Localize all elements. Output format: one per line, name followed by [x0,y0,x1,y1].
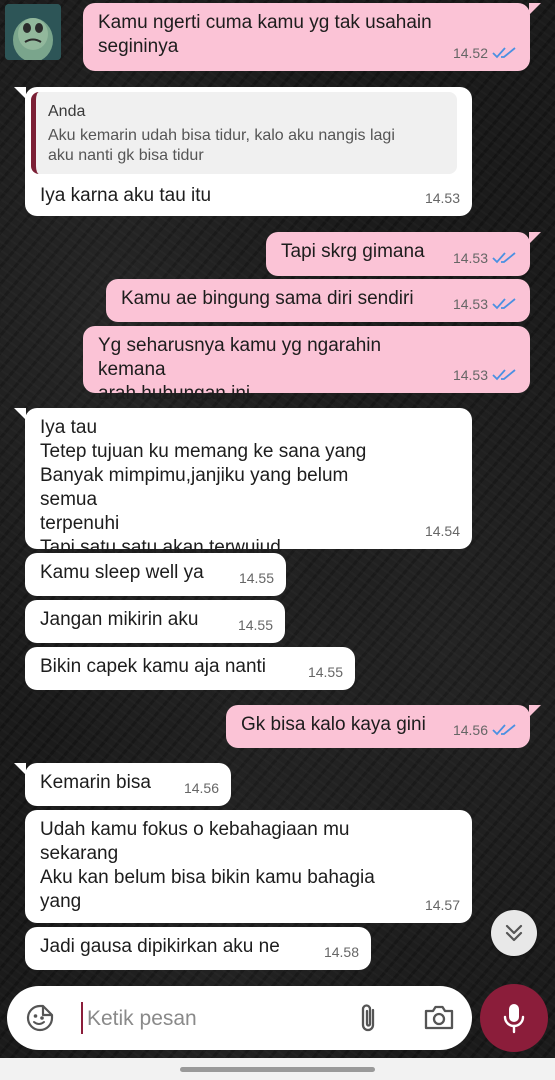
message-input[interactable] [85,1000,339,1038]
message-composer [7,986,472,1050]
quoted-message[interactable]: Anda Aku kemarin udah bisa tidur, kalo a… [31,92,457,174]
voice-record-button[interactable] [480,984,548,1052]
message-time: 14.52 [452,45,488,61]
message-text: Kemarin bisa [40,772,151,793]
message-text: Gk bisa kalo kaya gini [241,714,426,735]
message-text: Jangan mikirin aku [40,609,199,630]
message-text: Yg seharusnya kamu yg ngarahin kemana ar… [98,335,382,404]
message-outgoing[interactable]: Gk bisa kalo kaya gini 14.56 [226,705,530,748]
bubble-tail [529,705,541,717]
message-time: 14.54 [424,523,460,539]
message-time: 14.56 [183,780,219,796]
message-time: 14.58 [323,944,359,960]
message-time: 14.53 [424,190,460,206]
message-outgoing[interactable]: Kamu ae bingung sama diri sendiri 14.53 [106,279,530,322]
quoted-text: Aku kemarin udah bisa tidur, kalo aku na… [48,127,395,164]
message-incoming[interactable]: Jangan mikirin aku 14.55 [25,600,285,643]
read-ticks-icon [492,47,516,59]
message-outgoing[interactable]: Tapi skrg gimana 14.53 [266,232,530,276]
message-text: Iya karna aku tau itu [40,185,212,206]
microphone-icon [503,1004,525,1034]
message-text: Kamu sleep well ya [40,562,204,583]
paperclip-icon[interactable] [357,1002,381,1034]
message-incoming[interactable]: Udah kamu fokus o kebahagiaan mu sekaran… [25,810,472,923]
system-navigation-bar [0,1058,555,1080]
message-incoming[interactable]: Jadi gausa dipikirkan aku ne 14.58 [25,927,371,970]
bubble-tail [529,3,541,15]
scroll-to-bottom-button[interactable] [491,910,537,956]
message-time: 14.55 [237,617,273,633]
read-ticks-icon [492,369,516,381]
message-time: 14.53 [452,250,488,266]
read-ticks-icon [492,252,516,264]
text-cursor [81,1002,83,1034]
message-time: 14.56 [452,722,488,738]
home-gesture-handle[interactable] [180,1067,375,1072]
bubble-tail [14,87,26,99]
message-text: Iya tau Tetep tujuan ku memang ke sana y… [40,417,367,558]
quoted-sender: Anda [48,103,86,120]
message-text: Bikin capek kamu aja nanti [40,656,267,677]
read-ticks-icon [492,724,516,736]
message-text: Kamu ngerti cuma kamu yg tak usahain seg… [98,12,432,57]
message-incoming[interactable]: Kemarin bisa 14.56 [25,763,231,806]
double-chevron-down-icon [505,924,523,942]
message-text: Udah kamu fokus o kebahagiaan mu sekaran… [40,819,375,912]
message-time: 14.55 [238,570,274,586]
message-incoming[interactable]: Bikin capek kamu aja nanti 14.55 [25,647,355,690]
message-text: Kamu ae bingung sama diri sendiri [121,288,414,309]
bubble-tail [529,232,541,244]
read-ticks-icon [492,298,516,310]
message-text: Tapi skrg gimana [281,241,425,262]
message-outgoing[interactable]: Yg seharusnya kamu yg ngarahin kemana ar… [83,326,530,404]
bubble-tail [14,408,26,420]
message-outgoing[interactable]: Kamu ngerti cuma kamu yg tak usahain seg… [83,3,530,71]
message-text: Jadi gausa dipikirkan aku ne [40,936,280,957]
sticker-emoji-icon[interactable] [25,1003,55,1033]
contact-avatar[interactable] [5,4,61,60]
message-time: 14.57 [424,897,460,913]
bubble-tail [14,763,26,775]
message-incoming[interactable]: Iya tau Tetep tujuan ku memang ke sana y… [25,408,472,558]
camera-icon[interactable] [423,1002,455,1032]
message-incoming[interactable]: Kamu sleep well ya 14.55 [25,553,286,596]
message-incoming-reply[interactable]: Anda Aku kemarin udah bisa tidur, kalo a… [25,87,472,216]
message-time: 14.53 [452,367,488,383]
message-time: 14.53 [452,296,488,312]
message-time: 14.55 [307,664,343,680]
